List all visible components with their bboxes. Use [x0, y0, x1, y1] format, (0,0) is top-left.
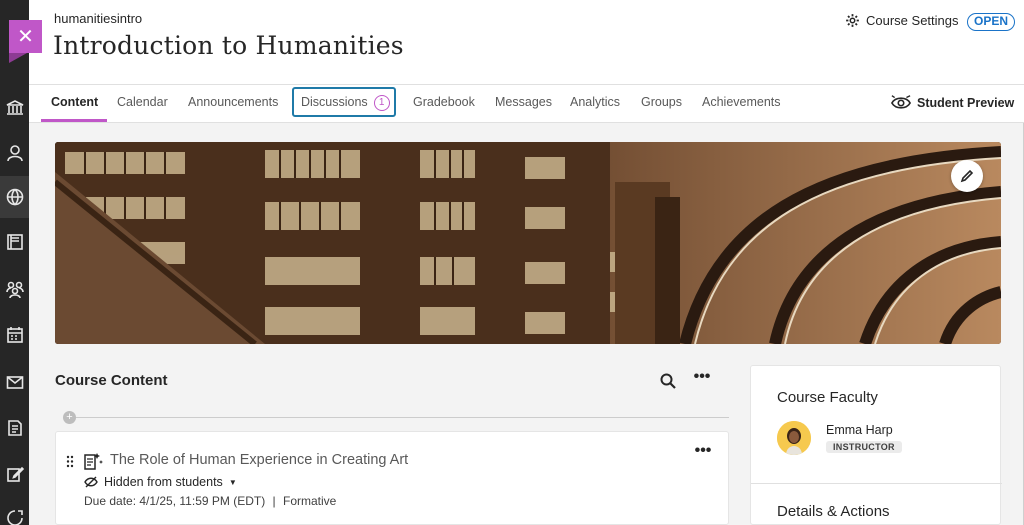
due-date: Due date: 4/1/25, 11:59 PM (EDT): [84, 494, 266, 508]
tab-announcements[interactable]: Announcements: [188, 95, 278, 109]
course-settings-label: Course Settings: [866, 13, 959, 28]
add-content-divider: [71, 417, 729, 418]
close-panel-button[interactable]: ✕: [9, 20, 42, 63]
gear-icon: [846, 14, 859, 27]
visibility-label: Hidden from students: [104, 475, 223, 489]
course-header: ✕ humanitiesintro Introduction to Humani…: [9, 0, 1024, 84]
tab-achievements[interactable]: Achievements: [702, 95, 781, 109]
chevron-down-icon: ▼: [228, 477, 237, 487]
global-nav-rail: [0, 0, 29, 525]
tab-discussions-label: Discussions: [301, 95, 368, 109]
tab-content[interactable]: Content: [51, 95, 98, 109]
tab-analytics[interactable]: Analytics: [570, 95, 620, 109]
hidden-eye-icon: [84, 476, 98, 488]
student-preview-button[interactable]: Student Preview: [891, 95, 1014, 111]
more-options-icon[interactable]: •••: [693, 369, 711, 390]
library-banner-illustration: [55, 142, 1001, 344]
courses-icon[interactable]: [5, 232, 25, 252]
faculty-name[interactable]: Emma Harp: [826, 423, 893, 437]
calendar-icon[interactable]: [5, 325, 25, 345]
eye-icon: [891, 95, 911, 109]
groups-icon[interactable]: [5, 279, 25, 299]
tab-calendar[interactable]: Calendar: [117, 95, 168, 109]
tab-groups[interactable]: Groups: [641, 95, 682, 109]
course-id: humanitiesintro: [54, 11, 143, 26]
item-more-options-icon[interactable]: •••: [694, 443, 712, 460]
globe-icon[interactable]: [5, 187, 25, 207]
person-icon[interactable]: [5, 143, 25, 163]
drag-handle-icon[interactable]: [66, 455, 74, 468]
tab-messages[interactable]: Messages: [495, 95, 552, 109]
add-content-button[interactable]: +: [63, 411, 76, 424]
course-faculty-heading: Course Faculty: [777, 389, 878, 406]
details-actions-heading: Details & Actions: [777, 503, 890, 520]
discussions-count-badge: 1: [373, 95, 390, 111]
content-item-title[interactable]: The Role of Human Experience in Creating…: [110, 452, 408, 468]
active-tab-indicator: [41, 119, 107, 122]
course-content-heading: Course Content: [55, 372, 168, 389]
pencil-icon: [960, 169, 974, 183]
separator: |: [272, 494, 276, 508]
page-title: Introduction to Humanities: [53, 31, 404, 60]
course-tabs: Content Calendar Announcements Discussio…: [29, 84, 1024, 123]
edit-icon[interactable]: [5, 464, 25, 484]
due-date-row: Due date: 4/1/25, 11:59 PM (EDT) | Forma…: [84, 494, 336, 508]
divider: [751, 483, 1002, 484]
tab-discussions[interactable]: Discussions 1: [301, 95, 390, 111]
role-badge: INSTRUCTOR: [826, 441, 902, 453]
avatar-illustration: [777, 421, 811, 455]
institution-icon[interactable]: [5, 98, 25, 118]
course-panel: ✕ humanitiesintro Introduction to Humani…: [9, 0, 1024, 525]
signout-icon[interactable]: [5, 508, 25, 525]
mail-icon[interactable]: [5, 372, 25, 392]
course-banner-image: [55, 142, 1001, 344]
course-settings-button[interactable]: Course Settings: [845, 13, 959, 28]
grading-category: Formative: [283, 494, 337, 508]
course-status-badge[interactable]: OPEN: [967, 13, 1016, 31]
grades-icon[interactable]: [5, 418, 25, 438]
visibility-dropdown[interactable]: Hidden from students ▼: [84, 475, 237, 489]
content-item: The Role of Human Experience in Creating…: [55, 431, 729, 525]
avatar[interactable]: [777, 421, 811, 455]
close-icon: ✕: [17, 26, 34, 48]
assignment-icon: [84, 453, 103, 470]
tab-gradebook[interactable]: Gradebook: [413, 95, 475, 109]
edit-banner-button[interactable]: [951, 160, 983, 192]
search-icon[interactable]: [659, 372, 677, 390]
student-preview-label: Student Preview: [917, 96, 1015, 110]
course-faculty-card: Course Faculty Emma Harp INSTRUCTOR Deta…: [750, 365, 1002, 525]
